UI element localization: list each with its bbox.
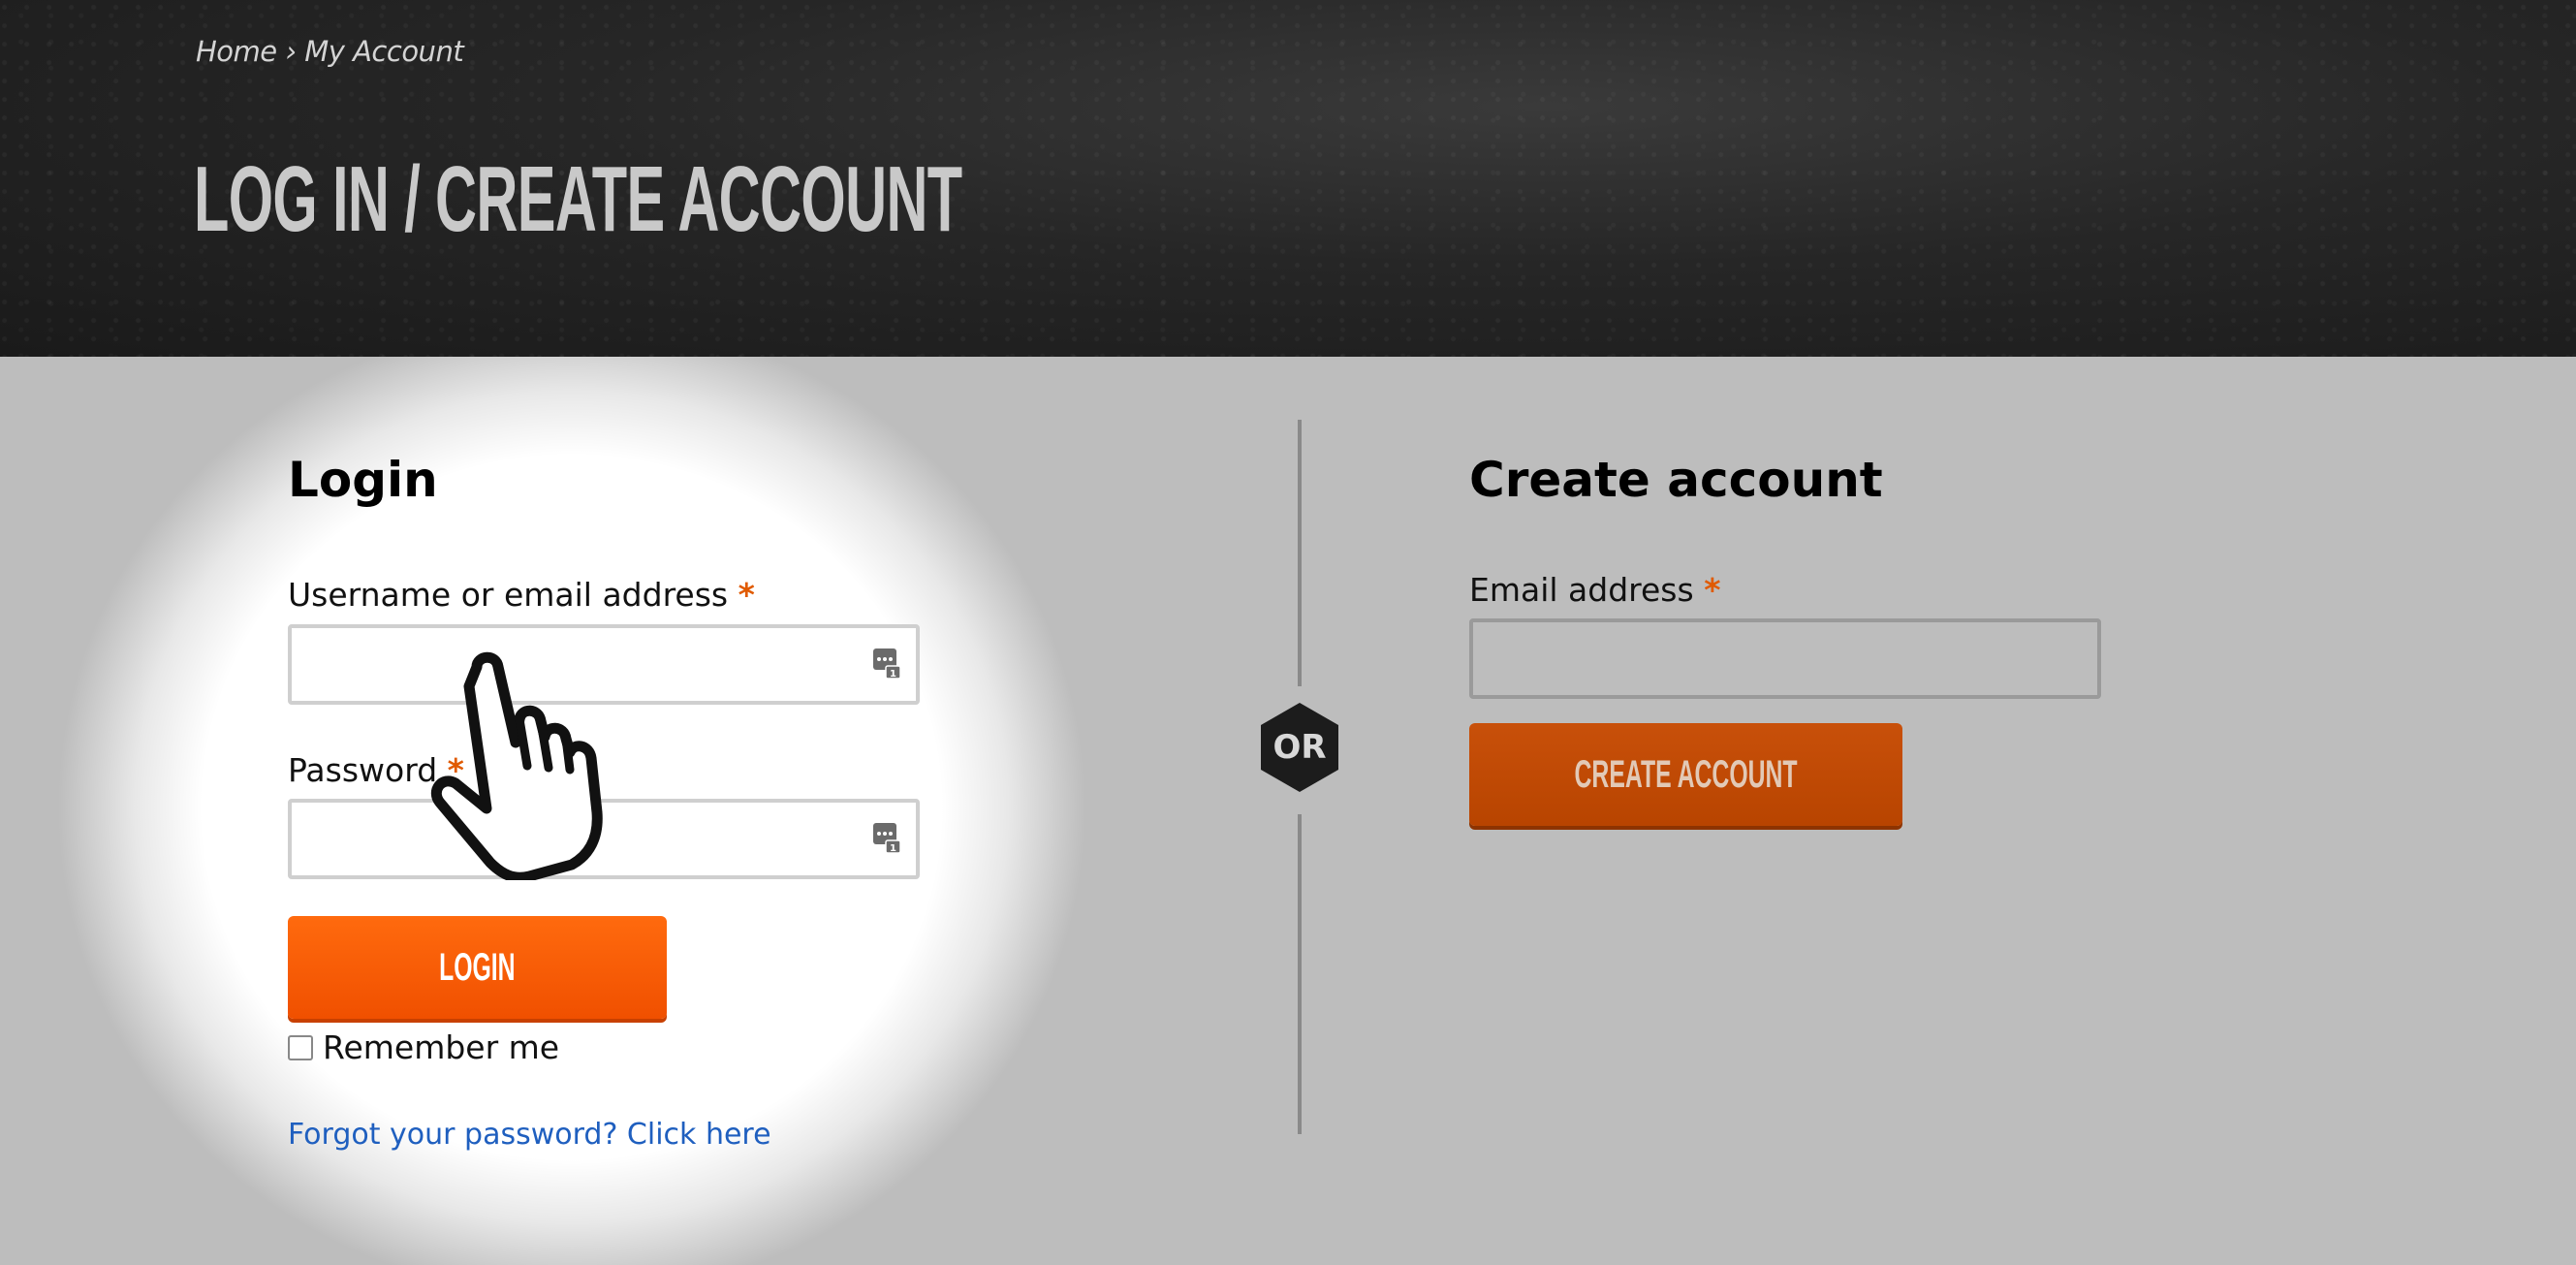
page-header: Home › My Account LOG IN / CREATE ACCOUN… bbox=[0, 0, 2576, 357]
svg-text:1: 1 bbox=[890, 669, 896, 680]
required-marker: * bbox=[738, 576, 755, 614]
or-label: OR bbox=[1272, 728, 1327, 767]
login-section-title: Login bbox=[288, 452, 438, 508]
page-title: LOG IN / CREATE ACCOUNT bbox=[194, 147, 962, 251]
account-forms-area: Login Username or email address * 1 Pass… bbox=[0, 357, 2576, 1265]
create-account-button[interactable]: CREATE ACCOUNT bbox=[1469, 723, 1902, 826]
email-label: Email address * bbox=[1469, 571, 1720, 609]
create-account-section-title: Create account bbox=[1469, 452, 1883, 508]
or-badge: OR bbox=[1253, 701, 1346, 794]
password-manager-key-icon[interactable]: 1 bbox=[872, 821, 901, 854]
remember-me[interactable]: Remember me bbox=[288, 1028, 559, 1066]
divider-top bbox=[1298, 420, 1302, 686]
svg-text:1: 1 bbox=[890, 843, 896, 854]
breadcrumb-current: My Account bbox=[304, 35, 464, 68]
username-label: Username or email address * bbox=[288, 576, 755, 614]
divider-bottom bbox=[1298, 814, 1302, 1134]
remember-me-checkbox[interactable] bbox=[288, 1034, 313, 1060]
password-manager-key-icon[interactable]: 1 bbox=[872, 647, 901, 680]
login-button[interactable]: LOGIN bbox=[288, 916, 667, 1019]
email-input[interactable] bbox=[1469, 618, 2101, 699]
password-label-text: Password bbox=[288, 751, 438, 789]
login-button-label: LOGIN bbox=[439, 945, 516, 989]
required-marker: * bbox=[1704, 571, 1721, 609]
forgot-password-link[interactable]: Forgot your password? Click here bbox=[288, 1118, 771, 1152]
username-label-text: Username or email address bbox=[288, 576, 729, 614]
breadcrumb-separator: › bbox=[285, 35, 297, 68]
breadcrumb: Home › My Account bbox=[196, 35, 464, 68]
pointing-hand-cursor-icon bbox=[430, 651, 603, 880]
create-account-button-label: CREATE ACCOUNT bbox=[1574, 752, 1798, 796]
breadcrumb-home-link[interactable]: Home bbox=[196, 35, 277, 68]
remember-me-label: Remember me bbox=[323, 1028, 560, 1066]
email-label-text: Email address bbox=[1469, 571, 1694, 609]
